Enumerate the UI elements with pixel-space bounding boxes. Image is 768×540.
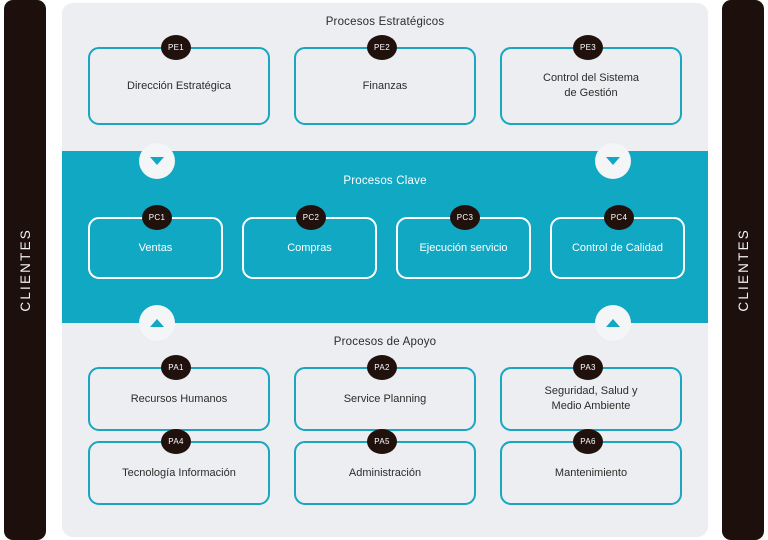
card-label-pa3: Seguridad, Salud y Medio Ambiente [544,385,638,412]
badge-pc4: PC4 [604,205,634,230]
band-procesos-estrategicos: Procesos Estratégicos Dirección Estratég… [62,3,708,151]
badge-pe2: PE2 [367,35,397,60]
arrow-down-left-icon [139,143,175,179]
card-label-pe2: Finanzas [362,79,408,92]
clientes-bar-left: CLIENTES [4,0,46,540]
clientes-label-left: CLIENTES [17,228,33,312]
badge-pe1: PE1 [161,35,191,60]
card-label-pc4: Control de Calidad [571,241,664,254]
process-map: CLIENTES CLIENTES Procesos Estratégicos … [0,0,768,540]
card-label-pa6: Mantenimiento [554,466,628,479]
badge-pa3: PA3 [573,355,603,380]
band-procesos-apoyo: Procesos de Apoyo Recursos Humanos PA1 S… [62,323,708,537]
badge-pa1: PA1 [161,355,191,380]
badge-pc2: PC2 [296,205,326,230]
card-label-pc1: Ventas [138,241,173,254]
arrow-down-right-icon [595,143,631,179]
card-label-pa5: Administración [348,466,422,479]
badge-pa2: PA2 [367,355,397,380]
card-label-pe3: Control del Sistema de Gestión [543,72,639,99]
card-label-pa2: Service Planning [343,392,427,405]
card-label-pc3: Ejecución servicio [419,241,508,254]
arrow-up-left-icon [139,305,175,341]
process-panel: Procesos Estratégicos Dirección Estratég… [62,3,708,537]
card-label-pa4: Tecnología Información [122,466,236,479]
clientes-bar-right: CLIENTES [722,0,764,540]
triangle-down-glyph [150,157,164,165]
badge-pc3: PC3 [450,205,480,230]
badge-pe3: PE3 [573,35,603,60]
card-label-pc2: Compras [287,241,332,254]
band-title-estrategicos: Procesos Estratégicos [325,16,445,28]
triangle-up-glyph [606,319,620,327]
triangle-up-glyph [150,319,164,327]
card-label-pa1: Recursos Humanos [130,392,228,405]
badge-pa5: PA5 [367,429,397,454]
triangle-down-glyph [606,157,620,165]
card-label-pe1: Dirección Estratégica [127,79,231,92]
arrow-up-right-icon [595,305,631,341]
badge-pa4: PA4 [161,429,191,454]
clientes-label-right: CLIENTES [735,228,751,312]
badge-pa6: PA6 [573,429,603,454]
badge-pc1: PC1 [142,205,172,230]
